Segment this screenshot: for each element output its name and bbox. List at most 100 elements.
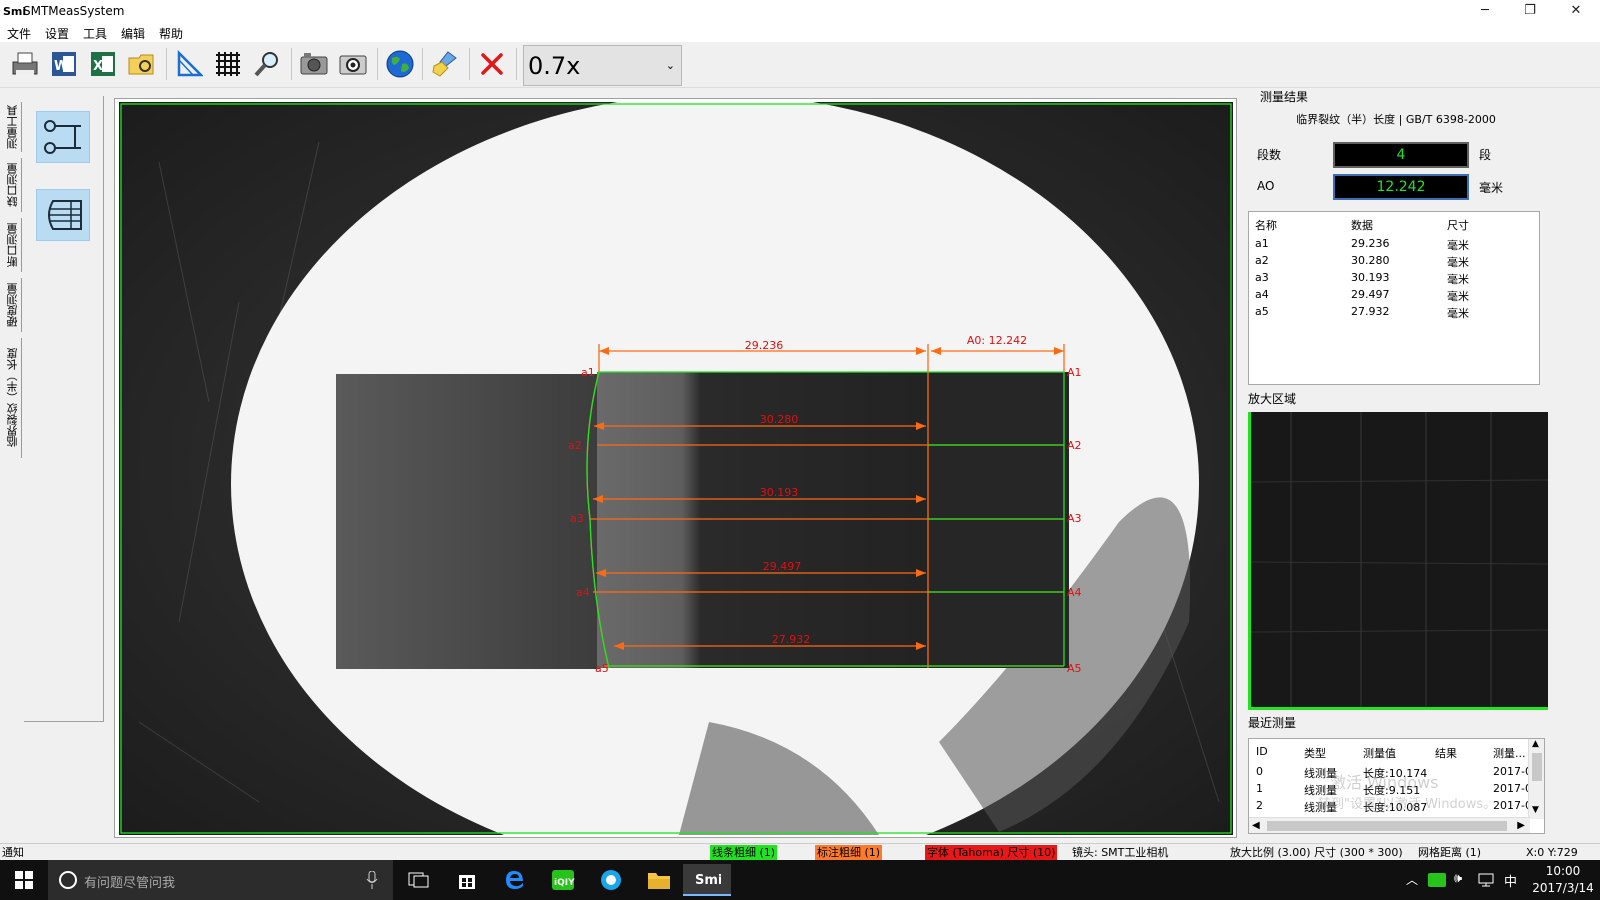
tab-measure-tools[interactable]: 测量工具: [4, 102, 22, 152]
ao-value: 12.242: [1333, 174, 1469, 200]
word-export-icon[interactable]: W: [47, 47, 81, 81]
row-time: 2017-0: [1493, 799, 1532, 812]
globe-icon[interactable]: [383, 47, 417, 81]
table-row[interactable]: a4 29.497 毫米: [1249, 286, 1539, 303]
segment-label-A3: A3: [1067, 512, 1082, 525]
scroll-down-icon[interactable]: ▼: [1532, 805, 1539, 815]
zoom-select[interactable]: 0.7x ⌄: [523, 45, 682, 86]
chevron-down-icon: ⌄: [665, 59, 675, 72]
scroll-up-icon[interactable]: ▲: [1532, 739, 1539, 749]
segment-label-a4: a4: [576, 586, 590, 599]
row-value: 30.193: [1351, 271, 1390, 284]
recent-horizontal-scrollbar[interactable]: ◀ ▶: [1249, 817, 1530, 833]
column-header-id[interactable]: ID: [1256, 745, 1268, 758]
tab-fracture-measure[interactable]: 断口测量: [4, 218, 22, 272]
column-header-unit[interactable]: 尺寸: [1447, 217, 1469, 233]
recent-table[interactable]: ID 类型 测量值 结果 测量... 0 线测量 长度:10.174 2017-…: [1248, 738, 1545, 834]
menu-help[interactable]: 帮助: [159, 25, 183, 42]
windows-icon: [15, 871, 33, 889]
camera-icon[interactable]: [297, 47, 331, 81]
open-folder-icon[interactable]: [125, 47, 159, 81]
clear-brush-icon[interactable]: [428, 47, 462, 81]
title-bar: Smi SMTMeasSystem ─ ❐ ✕: [0, 0, 1600, 24]
scroll-thumb[interactable]: [1532, 753, 1542, 781]
file-explorer-icon[interactable]: [635, 864, 683, 896]
table-row[interactable]: a1 29.236 毫米: [1249, 235, 1539, 252]
svg-text:Smi: Smi: [695, 873, 721, 888]
magnifier-icon[interactable]: [250, 47, 284, 81]
scroll-left-icon[interactable]: ◀: [1252, 820, 1260, 831]
grid-icon[interactable]: [211, 47, 245, 81]
scroll-thumb[interactable]: [1267, 821, 1507, 831]
excel-export-icon[interactable]: X: [86, 47, 120, 81]
volume-icon[interactable]: 🕪: [1454, 871, 1462, 886]
tab-notch-measure[interactable]: 缺口测量: [4, 158, 22, 212]
task-view-icon[interactable]: [395, 864, 443, 896]
column-header-name[interactable]: 名称: [1255, 217, 1277, 233]
angle-ruler-icon[interactable]: [172, 47, 206, 81]
menu-edit[interactable]: 编辑: [121, 25, 145, 42]
segment-value-a2: 30.280: [760, 413, 799, 426]
zoom-texture: [1251, 412, 1548, 707]
table-row[interactable]: 2 线测量 长度:10.087 2017-0: [1249, 797, 1532, 814]
scroll-right-icon[interactable]: ▶: [1517, 820, 1525, 831]
network-icon[interactable]: [1478, 873, 1496, 887]
start-button[interactable]: [0, 864, 48, 896]
store-icon[interactable]: [443, 864, 491, 896]
column-header-measurement[interactable]: 测量值: [1363, 745, 1396, 761]
table-row[interactable]: a5 27.932 毫米: [1249, 303, 1539, 320]
iqiyi-tray-icon[interactable]: [1428, 873, 1446, 887]
table-row[interactable]: 1 线测量 长度:9.151 2017-0: [1249, 780, 1532, 797]
line-measure-tool-button[interactable]: [36, 111, 90, 163]
result-table-header: 名称 数据 尺寸: [1249, 215, 1539, 232]
column-header-type[interactable]: 类型: [1304, 745, 1326, 761]
ao-unit: 毫米: [1479, 181, 1504, 195]
delete-icon[interactable]: [475, 47, 509, 81]
table-row[interactable]: a3 30.193 毫米: [1249, 269, 1539, 286]
column-header-result[interactable]: 结果: [1435, 745, 1457, 761]
close-button[interactable]: ✕: [1553, 0, 1599, 24]
tab-crack-length[interactable]: 临界裂纹（半）长度: [4, 338, 22, 458]
print-icon[interactable]: [8, 47, 42, 81]
crack-measure-tool-button[interactable]: [36, 189, 90, 241]
table-row[interactable]: a2 30.280 毫米: [1249, 252, 1539, 269]
row-name: a5: [1255, 305, 1269, 318]
minimize-button[interactable]: ─: [1462, 0, 1508, 24]
maximize-button[interactable]: ❐: [1507, 0, 1553, 24]
menu-settings[interactable]: 设置: [45, 25, 69, 42]
snapshot-icon[interactable]: [336, 47, 370, 81]
segment-value-a4: 29.497: [763, 560, 802, 573]
status-line-width[interactable]: 线条粗细 (1): [710, 845, 778, 860]
row-name: a1: [1255, 237, 1269, 250]
measurement-image[interactable]: 29.236 A0: 12.242 a1 a2 a3 a4 a5 A1 A2 A…: [119, 102, 1233, 835]
microphone-icon[interactable]: [366, 871, 378, 889]
row-unit: 毫米: [1447, 256, 1469, 269]
table-row[interactable]: 0 线测量 长度:10.174 2017-0: [1249, 763, 1532, 780]
segment-label-a2: a2: [568, 439, 582, 452]
toolbar: W X 0.7x ⌄: [0, 42, 1600, 88]
segments-unit: 段: [1479, 148, 1492, 162]
status-font[interactable]: 字体 (Tahoma) 尺寸 (10): [925, 845, 1058, 860]
iqiyi-icon[interactable]: iQIY: [539, 864, 587, 896]
menu-tools[interactable]: 工具: [83, 25, 107, 42]
smtmeassystem-taskbar-icon[interactable]: Smi: [683, 864, 731, 896]
search-placeholder: 有问题尽管问我: [84, 876, 176, 891]
column-header-value[interactable]: 数据: [1351, 217, 1373, 233]
edge-browser-icon[interactable]: [491, 864, 539, 896]
menu-file[interactable]: 文件: [7, 25, 31, 42]
row-value: 27.932: [1351, 305, 1390, 318]
segment-value-a5: 27.932: [772, 633, 811, 646]
segment-value-a3: 30.193: [760, 486, 799, 499]
segment-label-A1: A1: [1067, 366, 1082, 379]
result-table[interactable]: 名称 数据 尺寸 a1 29.236 毫米 a2 30.280 毫米 a3 30…: [1248, 211, 1540, 385]
row-unit: 毫米: [1447, 239, 1469, 252]
recent-vertical-scrollbar[interactable]: ▲ ▼: [1528, 739, 1544, 819]
taskbar-search[interactable]: 有问题尽管问我: [48, 860, 393, 900]
qq-browser-icon[interactable]: [587, 864, 635, 896]
status-label-width[interactable]: 标注粗细 (1): [815, 845, 883, 860]
tray-clock[interactable]: 10:00 2017/3/14: [1530, 863, 1596, 897]
column-header-time[interactable]: 测量...: [1493, 745, 1526, 761]
tab-hardness-measure[interactable]: 硬度测量: [4, 278, 22, 332]
ime-indicator[interactable]: 中: [1504, 871, 1517, 890]
tray-chevron-up-icon[interactable]: ︿: [1406, 871, 1418, 888]
